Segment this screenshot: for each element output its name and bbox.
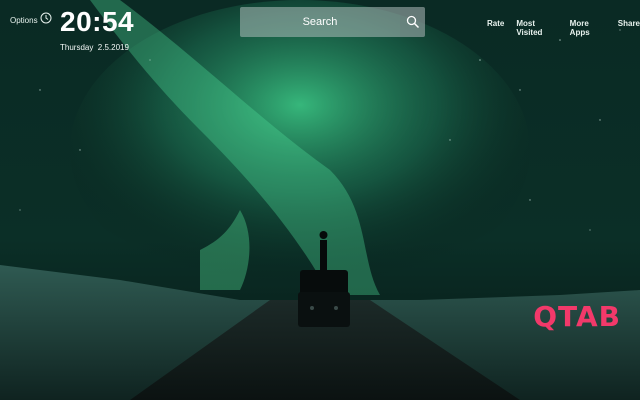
search-input[interactable]: Search — [240, 7, 400, 37]
nav-most-visited[interactable]: Most Visited — [516, 19, 557, 37]
search-placeholder: Search — [302, 16, 338, 28]
top-nav: Rate Most Visited More Apps Share — [487, 19, 640, 37]
top-bar: Options 20:54 Thursday 2.5.2019 Search R… — [0, 0, 640, 60]
options-button[interactable]: Options — [10, 16, 38, 25]
search-icon — [406, 15, 419, 29]
search-button[interactable] — [400, 7, 425, 37]
qtab-logo: QTAB — [533, 300, 621, 333]
clock-icon[interactable] — [40, 12, 52, 24]
nav-more-apps[interactable]: More Apps — [570, 19, 606, 37]
nav-share[interactable]: Share — [618, 19, 640, 37]
clock-date: Thursday 2.5.2019 — [60, 43, 129, 52]
nav-rate[interactable]: Rate — [487, 19, 504, 37]
clock-time: 20:54 — [60, 6, 135, 37]
aurora-wallpaper — [0, 0, 640, 400]
